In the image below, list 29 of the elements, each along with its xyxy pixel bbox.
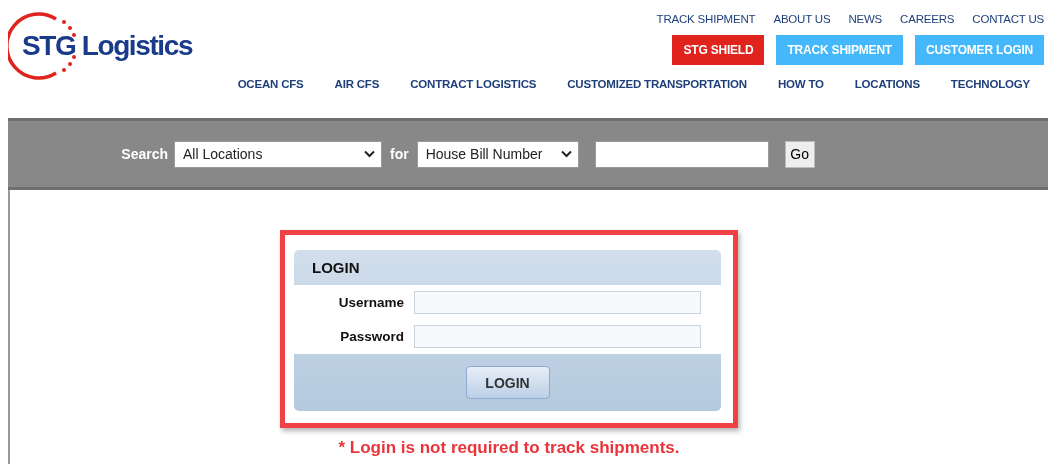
chevron-down-icon [560, 150, 572, 158]
top-link[interactable]: CAREERS [900, 13, 955, 25]
go-button[interactable]: Go [784, 140, 815, 168]
input-field[interactable] [414, 325, 701, 348]
input-field[interactable] [414, 291, 701, 314]
top-link[interactable]: NEWS [848, 13, 883, 25]
nav-item[interactable]: HOW TO [777, 78, 824, 90]
top-link[interactable]: TRACK SHIPMENT [656, 13, 756, 25]
chevron-down-icon [364, 150, 375, 158]
top-link[interactable]: CONTACT US [972, 13, 1044, 25]
nav-item[interactable]: CUSTOMIZED TRANSPORTATION [567, 78, 747, 90]
for-label: for [390, 146, 409, 162]
search-type-select[interactable]: House Bill Number [416, 140, 579, 168]
search-label: Search [121, 146, 168, 162]
nav-item[interactable]: AIR CFS [334, 78, 380, 90]
nav-item[interactable]: TECHNOLOGY [950, 78, 1030, 90]
field-label: Username [337, 295, 404, 310]
nav-item[interactable]: OCEAN CFS [237, 78, 304, 90]
login-button[interactable]: LOGIN [465, 366, 550, 399]
field-label: Password [339, 329, 404, 344]
nav-item[interactable]: CONTRACT LOGISTICS [410, 78, 537, 90]
header-button[interactable]: STG SHIELD [672, 35, 765, 65]
nav-item[interactable]: LOCATIONS [854, 78, 920, 90]
top-link[interactable]: ABOUT US [773, 13, 831, 25]
search-input[interactable] [594, 140, 769, 168]
location-select[interactable]: All Locations [174, 140, 382, 168]
logo-text[interactable]: STG Logistics [22, 30, 193, 62]
login-note: * Login is not required to track shipments. [338, 438, 680, 458]
login-title: LOGIN [311, 258, 361, 278]
